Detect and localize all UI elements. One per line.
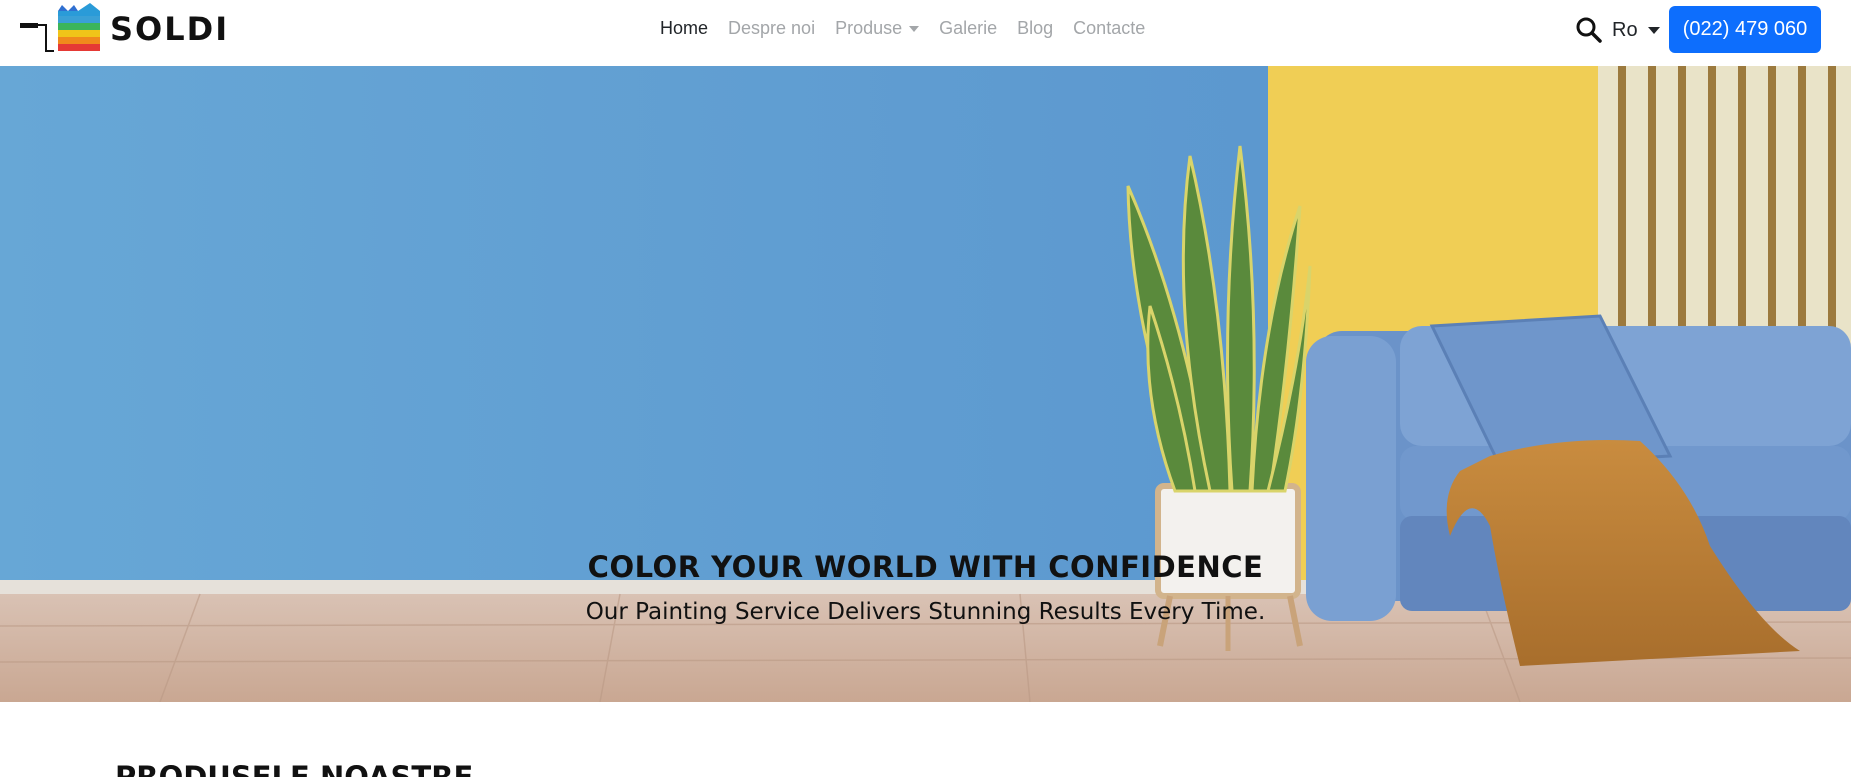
nav-item-despre-noi[interactable]: Despre noi [728, 18, 815, 39]
nav-item-produse[interactable]: Produse [835, 18, 920, 39]
nav-item-galerie[interactable]: Galerie [939, 18, 997, 39]
section-title-products: PRODUSELE NOASTRE [115, 760, 474, 777]
main-nav: Home Despre noi Produse Galerie Blog Con… [660, 18, 1165, 39]
nav-item-produse-label: Produse [835, 18, 903, 38]
nav-item-blog[interactable]: Blog [1017, 18, 1053, 39]
hero-title: COLOR YOUR WORLD WITH CONFIDENCE [587, 550, 1264, 584]
search-icon [1576, 17, 1602, 43]
chevron-down-icon [909, 25, 920, 32]
phone-button[interactable]: (022) 479 060 [1669, 6, 1821, 53]
hero-subtitle: Our Painting Service Delivers Stunning R… [585, 599, 1266, 625]
nav-item-contacte[interactable]: Contacte [1073, 18, 1145, 39]
nav-item-home[interactable]: Home [660, 18, 708, 39]
hero-banner: COLOR YOUR WORLD WITH CONFIDENCE Our Pai… [0, 66, 1851, 702]
brand-logo-link[interactable]: SOLDI [20, 3, 229, 55]
paint-roller-house-logo-icon [20, 3, 100, 52]
language-selector[interactable]: Ro [1612, 19, 1660, 42]
brand-name: SOLDI [110, 10, 230, 48]
navbar: SOLDI Home Despre noi Produse Galerie Bl… [0, 0, 1851, 66]
chevron-down-icon [1647, 27, 1660, 34]
search-button[interactable] [1575, 16, 1603, 44]
language-label: Ro [1612, 19, 1638, 41]
